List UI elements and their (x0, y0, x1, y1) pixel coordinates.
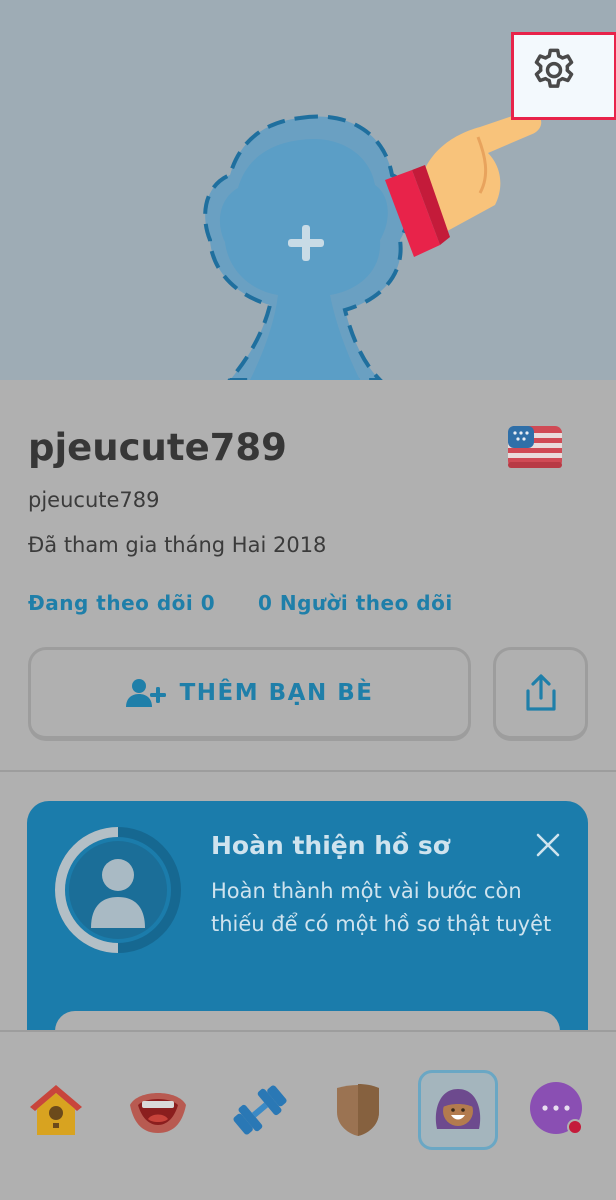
avatar-silhouette-icon (102, 859, 134, 891)
profile-section: pjeucute789 pjeucute789 Đã tham gia thán… (0, 380, 616, 1061)
profile-tab[interactable] (418, 1070, 498, 1150)
practice-tab[interactable] (220, 1070, 300, 1150)
avatar-icon (435, 1089, 481, 1129)
more-icon (530, 1082, 583, 1135)
avatar-header (0, 0, 616, 380)
display-name: pjeucute789 (28, 426, 287, 469)
username: pjeucute789 (28, 488, 160, 512)
home-tab[interactable] (16, 1070, 96, 1150)
settings-button[interactable] (511, 32, 616, 120)
followers-link[interactable]: 0 Người theo dõi (258, 591, 453, 615)
share-button[interactable] (493, 647, 588, 741)
join-date: Đã tham gia tháng Hai 2018 (28, 533, 327, 557)
add-friends-label: THÊM BẠN BÈ (179, 680, 374, 706)
gear-icon (534, 48, 574, 88)
add-friends-button[interactable]: THÊM BẠN BÈ (28, 647, 471, 741)
following-link[interactable]: Đang theo dõi 0 (28, 591, 215, 615)
add-user-icon (125, 679, 166, 707)
more-tab[interactable] (518, 1070, 598, 1150)
mouth-icon (130, 1093, 186, 1133)
birdhouse-icon (30, 1085, 82, 1135)
bottom-nav (0, 1030, 616, 1200)
close-icon[interactable] (532, 829, 564, 861)
league-tab[interactable] (318, 1070, 398, 1150)
complete-profile-card[interactable]: Hoàn thiện hồ sơ Hoàn thành một vài bước… (27, 801, 588, 1061)
card-description: Hoàn thành một vài bước còn thiếu để có … (211, 879, 552, 936)
dumbbell-icon (233, 1085, 287, 1135)
us-flag-icon[interactable] (508, 426, 562, 468)
shield-icon (337, 1084, 379, 1136)
pointing-hand-icon (385, 110, 542, 257)
profile-progress-ring (55, 827, 181, 953)
notification-dot (567, 1119, 583, 1135)
card-title: Hoàn thiện hồ sơ (211, 831, 450, 860)
section-divider (0, 770, 616, 772)
share-icon (526, 674, 556, 711)
speaking-tab[interactable] (118, 1070, 198, 1150)
